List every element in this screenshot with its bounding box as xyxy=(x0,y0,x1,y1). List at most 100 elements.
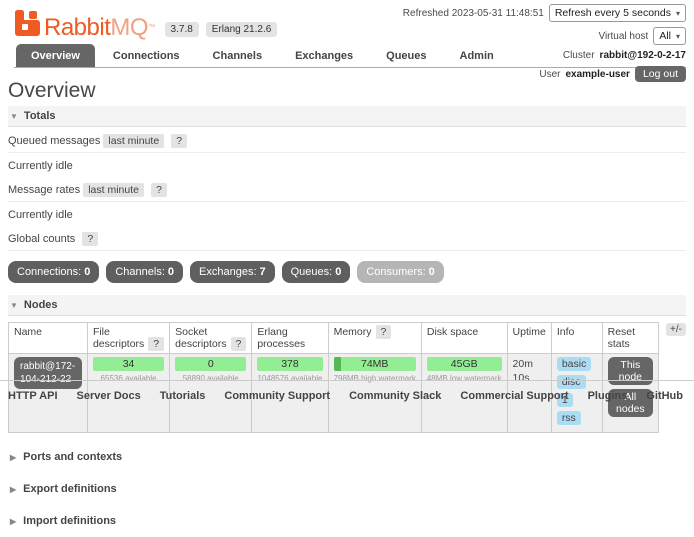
queues-count: 0 xyxy=(335,266,341,278)
virtual-host-value: All xyxy=(659,30,671,42)
exchanges-counter-label: Exchanges: xyxy=(199,266,256,278)
nodes-table-area: Name File descriptors? Socket descriptor… xyxy=(8,322,686,433)
message-rates-row: Message rates last minute ? xyxy=(8,176,686,202)
version-badges: 3.7.8 Erlang 21.2.6 xyxy=(165,22,278,37)
chevron-down-icon: ▾ xyxy=(676,32,680,41)
virtual-host-select[interactable]: All ▾ xyxy=(653,27,686,45)
file-descriptors-bar: 34 xyxy=(93,357,164,371)
collapse-icon: ▼ xyxy=(10,301,18,310)
rabbitmq-version-badge: 3.7.8 xyxy=(165,22,199,37)
consumers-count: 0 xyxy=(429,266,435,278)
table-header-row: Name File descriptors? Socket descriptor… xyxy=(9,323,659,354)
erlang-version-badge: Erlang 21.2.6 xyxy=(206,22,278,37)
collapse-icon: ▼ xyxy=(10,112,18,121)
nodes-table: Name File descriptors? Socket descriptor… xyxy=(8,322,659,433)
queued-messages-row: Queued messages last minute ? xyxy=(8,127,686,153)
refresh-interval-value: Refresh every 5 seconds xyxy=(555,7,671,19)
exchanges-counter[interactable]: Exchanges: 7 xyxy=(190,261,275,283)
connections-counter[interactable]: Connections:0 xyxy=(8,261,99,283)
tab-overview[interactable]: Overview xyxy=(16,44,95,67)
message-rates-status: Currently idle xyxy=(8,202,686,225)
column-header-socket-descriptors: Socket descriptors? xyxy=(170,323,252,354)
column-header-memory: Memory? xyxy=(328,323,421,354)
nodes-section-header[interactable]: ▼ Nodes xyxy=(8,295,686,316)
refreshed-timestamp: Refreshed 2023-05-31 11:48:51 xyxy=(403,8,544,19)
exchanges-count: 7 xyxy=(260,266,266,278)
queued-messages-range-badge[interactable]: last minute xyxy=(103,134,164,148)
column-header-disk-space: Disk space xyxy=(421,323,507,354)
tab-connections[interactable]: Connections xyxy=(98,44,195,67)
channels-count: 0 xyxy=(168,266,174,278)
global-counters: Connections:0 Channels:0 Exchanges:7 Que… xyxy=(8,261,686,283)
cluster-name: rabbit@192-0-2-17 xyxy=(600,50,686,61)
channels-counter[interactable]: Channels:0 xyxy=(106,261,183,283)
info-badge-basic[interactable]: basic xyxy=(557,357,592,371)
logout-button[interactable]: Log out xyxy=(635,66,686,82)
export-definitions-section[interactable]: ▶ Export definitions xyxy=(10,473,686,505)
tab-channels[interactable]: Channels xyxy=(198,44,278,67)
footer-link-github[interactable]: GitHub xyxy=(646,390,683,402)
totals-section-title: Totals xyxy=(24,110,56,122)
totals-section-header[interactable]: ▼ Totals xyxy=(8,106,686,127)
queued-messages-label: Queued messages xyxy=(8,135,100,147)
help-icon[interactable]: ? xyxy=(151,183,167,197)
expand-icon: ▶ xyxy=(10,517,16,526)
consumers-counter-label: Consumers: xyxy=(366,266,425,278)
disk-space-bar: 45GB xyxy=(427,357,502,371)
header-status-area: Refreshed 2023-05-31 11:48:51 Refresh ev… xyxy=(403,4,686,87)
column-header-info: Info xyxy=(551,323,602,354)
export-definitions-label: Export definitions xyxy=(23,483,117,495)
help-icon[interactable]: ? xyxy=(231,337,247,351)
footer-link-tutorials[interactable]: Tutorials xyxy=(160,390,206,402)
footer-link-community-slack[interactable]: Community Slack xyxy=(349,390,441,402)
brand-rabbit: Rabbit xyxy=(44,14,110,41)
message-rates-range-badge[interactable]: last minute xyxy=(83,183,144,197)
connections-count: 0 xyxy=(84,266,90,278)
memory-bar: 74MB xyxy=(334,357,416,371)
import-definitions-section[interactable]: ▶ Import definitions xyxy=(10,505,686,537)
brand-mq: MQ xyxy=(110,14,148,41)
trademark-symbol: ™ xyxy=(148,24,155,31)
help-icon[interactable]: ? xyxy=(171,134,187,148)
main-content: Overview ▼ Totals Queued messages last m… xyxy=(0,79,694,537)
message-rates-label: Message rates xyxy=(8,184,80,196)
footer-link-http-api[interactable]: HTTP API xyxy=(8,390,58,402)
expand-icon: ▶ xyxy=(10,485,16,494)
erlang-processes-bar: 378 xyxy=(257,357,322,371)
connections-counter-label: Connections: xyxy=(17,266,81,278)
footer-link-community-support[interactable]: Community Support xyxy=(224,390,330,402)
refresh-interval-select[interactable]: Refresh every 5 seconds ▾ xyxy=(549,4,686,22)
footer-link-plugins[interactable]: Plugins xyxy=(588,390,628,402)
help-icon[interactable]: ? xyxy=(148,337,164,351)
queued-messages-status: Currently idle xyxy=(8,153,686,176)
header: Refreshed 2023-05-31 11:48:51 Refresh ev… xyxy=(0,0,694,68)
column-toggle-button[interactable]: +/- xyxy=(666,323,686,336)
virtual-host-label: Virtual host xyxy=(598,31,648,42)
info-badge-rss[interactable]: rss xyxy=(557,411,581,425)
chevron-down-icon: ▾ xyxy=(676,9,680,18)
footer-link-commercial-support[interactable]: Commercial Support xyxy=(460,390,568,402)
help-icon[interactable]: ? xyxy=(376,325,392,339)
import-definitions-label: Import definitions xyxy=(23,515,116,527)
ports-and-contexts-label: Ports and contexts xyxy=(23,451,122,463)
socket-descriptors-bar: 0 xyxy=(175,357,246,371)
global-counts-label: Global counts xyxy=(8,233,75,245)
column-header-erlang-processes: Erlang processes xyxy=(252,323,328,354)
column-header-uptime: Uptime xyxy=(507,323,551,354)
queues-counter-label: Queues: xyxy=(291,266,333,278)
tab-exchanges[interactable]: Exchanges xyxy=(280,44,368,67)
column-header-reset-stats: Reset stats xyxy=(602,323,658,354)
help-icon[interactable]: ? xyxy=(82,232,98,246)
column-header-file-descriptors: File descriptors? xyxy=(87,323,169,354)
queues-counter[interactable]: Queues:0 xyxy=(282,261,351,283)
footer: HTTP API Server Docs Tutorials Community… xyxy=(0,380,694,402)
ports-and-contexts-section[interactable]: ▶ Ports and contexts xyxy=(10,441,686,473)
user-label: User xyxy=(539,69,560,80)
rabbitmq-logo-icon xyxy=(14,10,41,37)
uptime-minutes: 20m xyxy=(513,357,546,371)
user-name: example-user xyxy=(565,69,629,80)
nodes-section-title: Nodes xyxy=(24,299,58,311)
channels-counter-label: Channels: xyxy=(115,266,165,278)
footer-link-server-docs[interactable]: Server Docs xyxy=(77,390,141,402)
cluster-label: Cluster xyxy=(563,50,595,61)
